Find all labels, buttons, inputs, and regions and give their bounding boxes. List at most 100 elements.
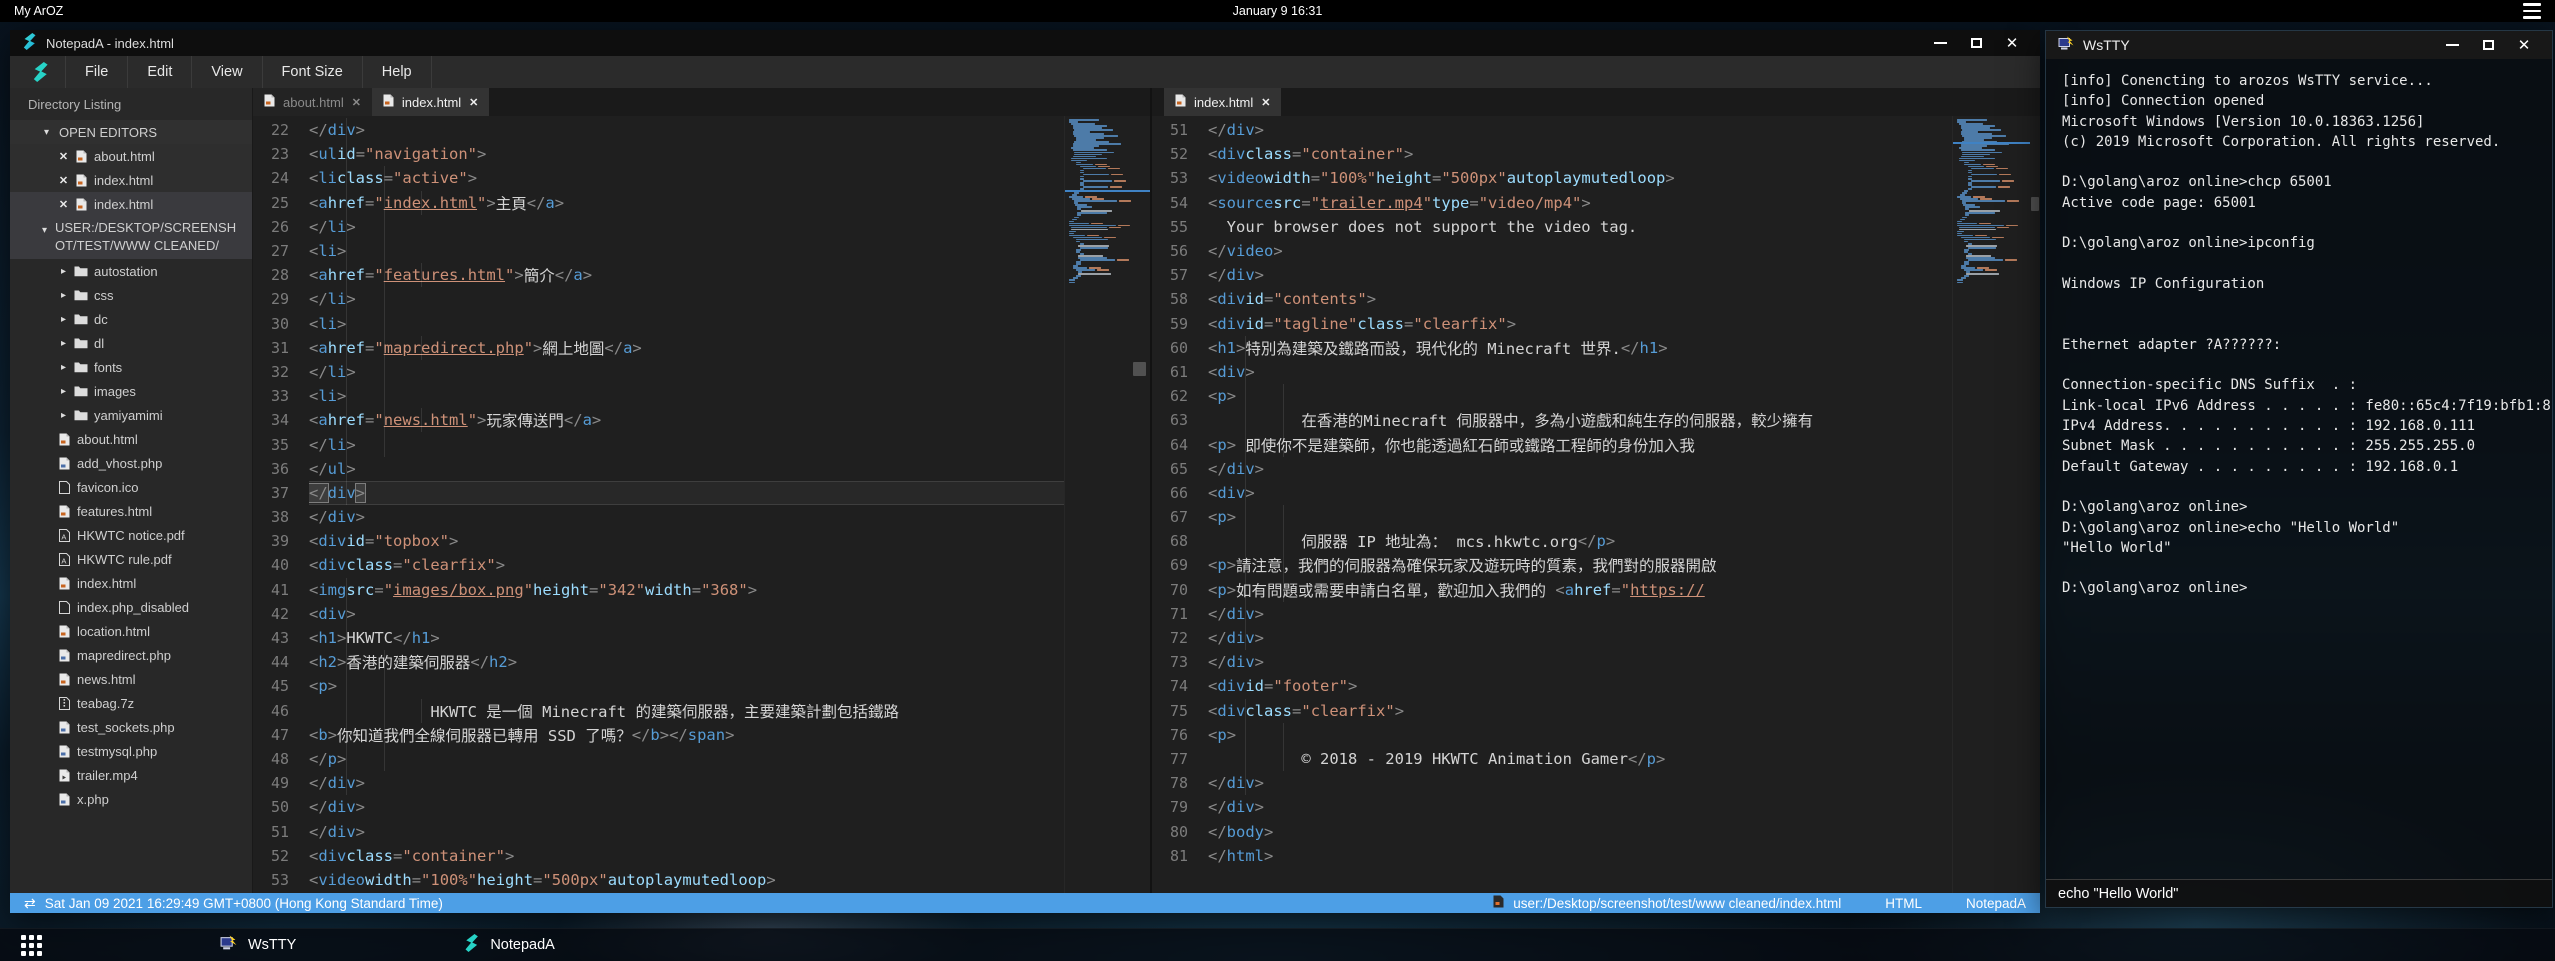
folder-item-css[interactable]: ▸css (10, 283, 252, 307)
code-line[interactable]: 67 <p> (1152, 505, 1952, 529)
minimize-button[interactable] (2440, 35, 2464, 55)
close-icon[interactable]: ✕ (55, 198, 72, 211)
code-line[interactable]: 29 </li> (253, 287, 1064, 311)
close-icon[interactable]: ✕ (55, 174, 72, 187)
terminal-output[interactable]: [info] Conencting to arozos WsTTY servic… (2046, 59, 2552, 879)
tab-index.html[interactable]: index.html✕ (372, 88, 489, 116)
code-line[interactable]: 53<video width="100%" height="500px" aut… (253, 868, 1064, 892)
menu-help[interactable]: Help (363, 56, 432, 88)
code-line[interactable]: 42 <div> (253, 602, 1064, 626)
close-button[interactable]: ✕ (2000, 33, 2024, 53)
file-item[interactable]: AHKWTC rule.pdf (10, 547, 252, 571)
maximize-button[interactable] (2476, 35, 2500, 55)
file-item[interactable]: testmysql.php (10, 739, 252, 763)
folder-item-yamiyamimi[interactable]: ▸yamiyamimi (10, 403, 252, 427)
code-line[interactable]: 61 <div> (1152, 360, 1952, 384)
code-line[interactable]: 51</div> (1152, 118, 1952, 142)
folder-item-fonts[interactable]: ▸fonts (10, 355, 252, 379)
code-line[interactable]: 78 </div> (1152, 771, 1952, 795)
right-minimap[interactable] (1952, 116, 2030, 893)
code-line[interactable]: 46 HKWTC 是一個 Minecraft 的建築伺服器，主要建築計劃包括鐵路 (253, 699, 1064, 723)
file-item[interactable]: trailer.mp4 (10, 763, 252, 787)
code-line[interactable]: 52<div class="container"> (253, 844, 1064, 868)
code-line[interactable]: 40 <div class="clearfix"> (253, 553, 1064, 577)
code-line[interactable]: 37 </div> (253, 481, 1064, 505)
code-line[interactable]: 65 </div> (1152, 457, 1952, 481)
code-line[interactable]: 33 <li> (253, 384, 1064, 408)
code-line[interactable]: 58<div id="contents"> (1152, 287, 1952, 311)
close-icon[interactable]: ✕ (469, 96, 478, 109)
code-line[interactable]: 66 <div> (1152, 481, 1952, 505)
file-item[interactable]: mapredirect.php (10, 643, 252, 667)
code-line[interactable]: 51</div> (253, 819, 1064, 843)
code-line[interactable]: 27 <li> (253, 239, 1064, 263)
folder-item-dc[interactable]: ▸dc (10, 307, 252, 331)
code-line[interactable]: 31 <a href="mapredirect.php">網上地圖</a> (253, 336, 1064, 360)
status-language[interactable]: HTML (1885, 896, 1922, 911)
file-item[interactable]: add_vhost.php (10, 451, 252, 475)
code-line[interactable]: 25 <a href="index.html">主頁</a> (253, 191, 1064, 215)
left-minimap[interactable] (1064, 116, 1150, 893)
open-editor-item[interactable]: ✕index.html (10, 192, 252, 216)
file-item[interactable]: index.php_disabled (10, 595, 252, 619)
minimize-button[interactable] (1928, 33, 1952, 53)
menu-font-size[interactable]: Font Size (263, 56, 363, 88)
code-line[interactable]: 52<div class="container"> (1152, 142, 1952, 166)
code-line[interactable]: 22 </div> (253, 118, 1064, 142)
close-icon[interactable]: ✕ (352, 96, 361, 109)
code-line[interactable]: 39<div id="topbox"> (253, 529, 1064, 553)
code-line[interactable]: 47 <b>你知道我們全線伺服器已轉用 SSD 了嗎？</b></span> (253, 723, 1064, 747)
hamburger-menu-icon[interactable] (2523, 1, 2541, 21)
code-line[interactable]: 59 <div id="tagline" class="clearfix"> (1152, 312, 1952, 336)
menu-file[interactable]: File (66, 56, 128, 88)
file-item[interactable]: features.html (10, 499, 252, 523)
code-line[interactable]: 72 </div> (1152, 626, 1952, 650)
code-line[interactable]: 35 </li> (253, 432, 1064, 456)
right-code-area[interactable]: 51</div>52<div class="container">53<vide… (1152, 116, 1952, 893)
close-icon[interactable]: ✕ (55, 150, 72, 163)
code-line[interactable]: 24 <li class="active"> (253, 166, 1064, 190)
app-grid-icon[interactable] (0, 929, 62, 961)
close-icon[interactable]: ✕ (1261, 96, 1270, 109)
menu-view[interactable]: View (192, 56, 262, 88)
status-file-path[interactable]: user:/Desktop/screenshot/test/www cleane… (1513, 896, 1841, 911)
terminal-input[interactable]: echo "Hello World" (2046, 879, 2552, 907)
code-line[interactable]: 38 </div> (253, 505, 1064, 529)
left-code-area[interactable]: 22 </div>23 <ul id="navigation">24 <li c… (253, 116, 1064, 893)
file-item[interactable]: about.html (10, 427, 252, 451)
right-scrollbar[interactable] (2030, 116, 2040, 893)
tab-index.html[interactable]: index.html✕ (1164, 88, 1281, 116)
code-line[interactable]: 28 <a href="features.html">簡介</a> (253, 263, 1064, 287)
folder-item-dl[interactable]: ▸dl (10, 331, 252, 355)
code-line[interactable]: 45 <p> (253, 674, 1064, 698)
maximize-button[interactable] (1964, 33, 1988, 53)
code-line[interactable]: 23 <ul id="navigation"> (253, 142, 1064, 166)
taskbar-item-notepada[interactable]: NotepadA (454, 929, 565, 961)
file-item[interactable]: index.html (10, 571, 252, 595)
code-line[interactable]: 68 伺服器 IP 地址為： mcs.hkwtc.org</p> (1152, 529, 1952, 553)
file-item[interactable]: teabag.7z (10, 691, 252, 715)
tab-about.html[interactable]: about.html✕ (253, 88, 372, 116)
code-line[interactable]: 62 <p> (1152, 384, 1952, 408)
file-item[interactable]: favicon.ico (10, 475, 252, 499)
code-line[interactable]: 48 </p> (253, 747, 1064, 771)
code-line[interactable]: 49 </div> (253, 771, 1064, 795)
code-line[interactable]: 64 <p> 即使你不是建築師，你也能透過紅石師或鐵路工程師的身份加入我 (1152, 432, 1952, 456)
folder-item-autostation[interactable]: ▸autostation (10, 259, 252, 283)
code-line[interactable]: 73 </div> (1152, 650, 1952, 674)
code-line[interactable]: 63 在香港的Minecraft 伺服器中，多為小遊戲和純生存的伺服器，較少擁有 (1152, 408, 1952, 432)
code-line[interactable]: 44 <h2>香港的建築伺服器</h2> (253, 650, 1064, 674)
code-line[interactable]: 80</body> (1152, 819, 1952, 843)
file-item[interactable]: x.php (10, 787, 252, 811)
folder-item-images[interactable]: ▸images (10, 379, 252, 403)
code-line[interactable]: 53<video width="100%" height="500px" aut… (1152, 166, 1952, 190)
file-item[interactable]: test_sockets.php (10, 715, 252, 739)
code-line[interactable]: 34 <a href="news.html">玩家傳送門</a> (253, 408, 1064, 432)
code-line[interactable]: 26 </li> (253, 215, 1064, 239)
open-editor-item[interactable]: ✕about.html (10, 144, 252, 168)
code-line[interactable]: 74 <div id="footer"> (1152, 674, 1952, 698)
close-button[interactable]: ✕ (2512, 35, 2536, 55)
code-line[interactable]: 30 <li> (253, 312, 1064, 336)
file-item[interactable]: news.html (10, 667, 252, 691)
code-line[interactable]: 70 <p>如有問題或需要申請白名單，歡迎加入我們的 <a href="http… (1152, 578, 1952, 602)
